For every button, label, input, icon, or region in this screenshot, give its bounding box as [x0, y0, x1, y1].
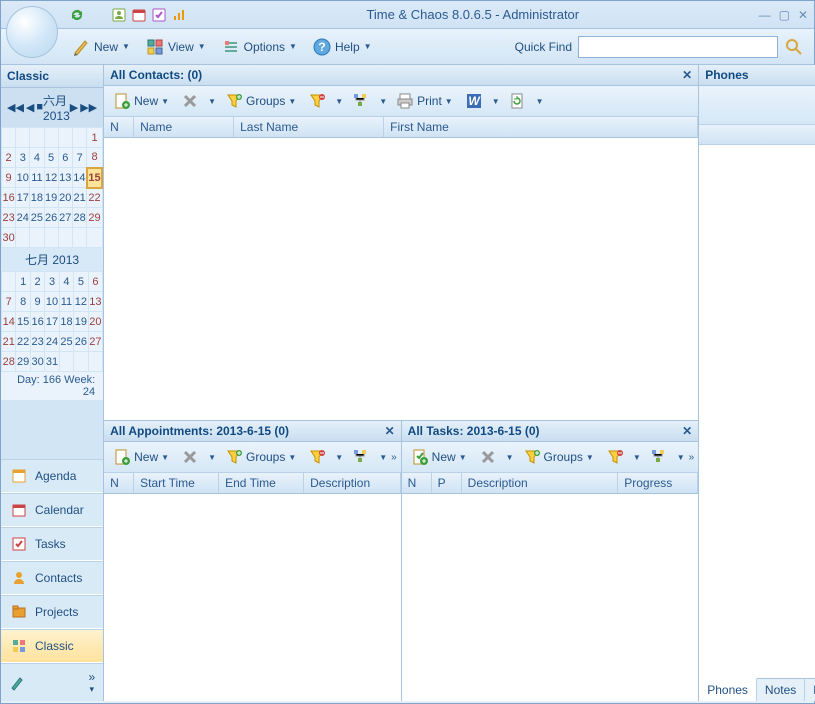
- classic-header: Classic: [1, 65, 103, 88]
- nav-calendar[interactable]: Calendar: [1, 493, 103, 527]
- minimize-button[interactable]: —: [759, 8, 771, 22]
- menu-bar: New▼ View▼ Options▼ ? Help▼ Quick Find: [1, 29, 814, 65]
- tasks-col-prog[interactable]: Progress: [618, 473, 698, 493]
- calendar-july: 123456 78910111213 14151617181920 212223…: [1, 271, 103, 372]
- app-orb[interactable]: [6, 6, 58, 58]
- contacts-word-button[interactable]: W: [460, 89, 488, 113]
- appt-col-end[interactable]: End Time: [219, 473, 304, 493]
- phones-tabs: Phones Notes Fields Photo: [699, 678, 815, 701]
- contacts-close-icon[interactable]: ✕: [682, 68, 692, 82]
- tab-fields[interactable]: Fields: [805, 679, 815, 701]
- contacts-grid-body: [104, 138, 698, 420]
- calendar-june: 1 2345678 9101112131415 16171819202122 2…: [1, 127, 103, 248]
- chevron-right-icon[interactable]: »: [88, 670, 95, 684]
- svg-text:?: ?: [318, 40, 325, 54]
- tab-phones[interactable]: Phones: [699, 678, 757, 701]
- svg-text:W: W: [468, 94, 481, 108]
- tasks-groups-button[interactable]: Groups▼: [518, 445, 599, 469]
- col-lastname[interactable]: Last Name: [234, 117, 384, 137]
- nav-projects[interactable]: Projects: [1, 595, 103, 629]
- col-name[interactable]: Name: [134, 117, 234, 137]
- appt-col-n[interactable]: N: [104, 473, 134, 493]
- app-title: Time & Chaos 8.0.6.5 - Administrator: [187, 7, 759, 22]
- cal-stop-icon[interactable]: ■: [36, 101, 43, 114]
- new-menu[interactable]: New▼: [65, 34, 137, 60]
- maximize-button[interactable]: ▢: [779, 8, 790, 22]
- col-firstname[interactable]: First Name: [384, 117, 698, 137]
- col-n[interactable]: N: [104, 117, 134, 137]
- day-week-label: Day: 166 Week: 24: [1, 372, 103, 400]
- edit-icon[interactable]: [9, 675, 25, 691]
- tasks-col-desc[interactable]: Description: [462, 473, 619, 493]
- phones-column-strip: [699, 125, 815, 145]
- chart-icon[interactable]: [171, 7, 187, 23]
- appts-tree-button[interactable]: [347, 445, 375, 469]
- phones-body: [699, 145, 815, 678]
- appts-grid-body: [104, 494, 401, 701]
- nav-tasks[interactable]: Tasks: [1, 527, 103, 561]
- contacts-refresh-button[interactable]: [504, 89, 532, 113]
- contacts-new-button[interactable]: New▼: [108, 89, 174, 113]
- appts-close-icon[interactable]: ✕: [385, 424, 395, 438]
- tasks-new-button[interactable]: New▼: [406, 445, 472, 469]
- contacts-header: All Contacts: (0): [110, 68, 202, 82]
- search-icon[interactable]: [784, 37, 804, 57]
- appts-overflow-icon[interactable]: »: [391, 452, 397, 463]
- appts-delete-button[interactable]: [176, 445, 204, 469]
- title-bar: Time & Chaos 8.0.6.5 - Administrator — ▢…: [1, 1, 814, 29]
- nav-agenda[interactable]: Agenda: [1, 459, 103, 493]
- calendar-nav: ◀◀ ◀ ■ 六月 2013 ▶ ▶▶: [1, 88, 103, 127]
- contacts-grid-header: N Name Last Name First Name: [104, 117, 698, 138]
- contacts-icon[interactable]: [111, 7, 127, 23]
- quick-find-label: Quick Find: [515, 40, 572, 54]
- cal-next-icon[interactable]: ▶: [70, 101, 78, 114]
- appts-groups-button[interactable]: Groups▼: [220, 445, 301, 469]
- tasks-icon[interactable]: [151, 7, 167, 23]
- cal-prev-icon[interactable]: ◀: [26, 101, 34, 114]
- appt-col-desc[interactable]: Description: [304, 473, 401, 493]
- help-menu[interactable]: ? Help▼: [306, 34, 379, 60]
- tab-notes[interactable]: Notes: [757, 679, 805, 701]
- nav-classic[interactable]: Classic: [1, 629, 103, 663]
- contacts-groups-button[interactable]: Groups▼: [220, 89, 301, 113]
- tasks-overflow-icon[interactable]: »: [689, 452, 695, 463]
- tasks-tree-button[interactable]: [645, 445, 673, 469]
- tasks-header: All Tasks: 2013-6-15 (0): [408, 424, 540, 438]
- tasks-col-n[interactable]: N: [402, 473, 432, 493]
- cal-month1-label: 六月 2013: [43, 92, 70, 123]
- tasks-delete-button[interactable]: [474, 445, 502, 469]
- cal-month2-label: 七月 2013: [1, 248, 103, 271]
- cal-first-icon[interactable]: ◀◀: [7, 101, 24, 114]
- tasks-grid-body: [402, 494, 699, 701]
- contacts-delete-button[interactable]: [176, 89, 204, 113]
- options-menu[interactable]: Options▼: [215, 34, 304, 60]
- contacts-toolbar: New▼ ▼ Groups▼ ▼ ▼ Print▼ W▼ ▼: [104, 86, 698, 117]
- tasks-col-p[interactable]: P: [432, 473, 462, 493]
- cal-last-icon[interactable]: ▶▶: [80, 101, 97, 114]
- appt-col-start[interactable]: Start Time: [134, 473, 219, 493]
- appts-filter-button[interactable]: [303, 445, 331, 469]
- nav-contacts[interactable]: Contacts: [1, 561, 103, 595]
- tasks-filter-button[interactable]: [601, 445, 629, 469]
- contacts-filter-button[interactable]: [303, 89, 331, 113]
- tasks-close-icon[interactable]: ✕: [682, 424, 692, 438]
- contacts-print-button[interactable]: Print▼: [391, 89, 458, 113]
- cal-today[interactable]: 15: [87, 168, 102, 188]
- view-menu[interactable]: View▼: [139, 34, 213, 60]
- chevron-down-icon[interactable]: ▾: [90, 684, 95, 695]
- quick-find-input[interactable]: [578, 36, 778, 58]
- appts-new-button[interactable]: New▼: [108, 445, 174, 469]
- refresh-icon[interactable]: [69, 7, 85, 23]
- calendar-icon[interactable]: [131, 7, 147, 23]
- phones-header: Phones: [705, 68, 748, 82]
- appts-header: All Appointments: 2013-6-15 (0): [110, 424, 289, 438]
- close-button[interactable]: ✕: [798, 8, 808, 22]
- contacts-tree-button[interactable]: [347, 89, 375, 113]
